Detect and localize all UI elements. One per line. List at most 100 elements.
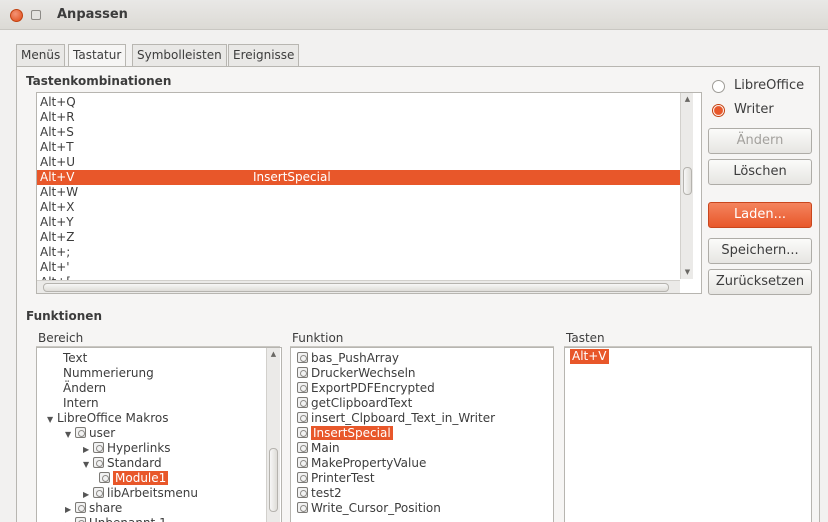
expanded-icon[interactable]: ▼ [83, 457, 93, 472]
category-header: Bereich [38, 331, 84, 345]
hscroll-thumb[interactable] [43, 283, 669, 292]
tree-item[interactable]: ▶ Unbenannt 1 [65, 516, 167, 522]
tab-menus[interactable]: Menüs [16, 44, 66, 66]
collapsed-icon[interactable]: ▶ [65, 502, 75, 517]
shortcut-row[interactable]: Alt+Y [37, 215, 685, 230]
tree-item-label: Ändern [63, 381, 107, 395]
tab-toolbars[interactable]: Symbolleisten [132, 44, 227, 66]
function-item[interactable]: Write_Cursor_Position [297, 501, 441, 516]
tree-item-label: share [89, 501, 123, 515]
shortcut-key: Alt+U [40, 155, 76, 169]
keys-list-item[interactable]: Alt+V [570, 349, 609, 364]
shortcut-key: Alt+R [40, 110, 75, 124]
title-bar: Anpassen [0, 0, 828, 30]
function-item-label: ExportPDFEncrypted [311, 381, 435, 395]
category-scroll-up-icon[interactable]: ▲ [269, 349, 278, 359]
reset-button[interactable]: Zurücksetzen [708, 269, 812, 295]
function-item[interactable]: PrinterTest [297, 471, 375, 486]
module-icon [93, 457, 104, 468]
radio-writer[interactable] [712, 104, 725, 117]
function-item-label: getClipboardText [311, 396, 413, 410]
function-item-label: DruckerWechseln [311, 366, 416, 380]
function-item-label: PrinterTest [311, 471, 375, 485]
scroll-down-icon[interactable]: ▼ [683, 267, 692, 277]
tree-item-label: user [89, 426, 116, 440]
category-tree[interactable]: Text Nummerierung Ändern Intern ▼ LibreOffice… [36, 347, 282, 522]
change-button[interactable]: Ändern [708, 128, 812, 154]
shortcut-key: Alt+V [40, 170, 75, 184]
module-icon [75, 517, 86, 522]
collapsed-icon[interactable]: ▶ [65, 517, 75, 522]
function-item[interactable]: MakePropertyValue [297, 456, 426, 471]
radio-libreoffice[interactable] [712, 80, 725, 93]
scroll-thumb[interactable] [683, 167, 692, 195]
function-item[interactable]: getClipboardText [297, 396, 412, 411]
tree-item[interactable]: Intern [63, 396, 99, 411]
function-list[interactable]: bas_PushArray DruckerWechseln ExportPDFEnc… [290, 347, 554, 522]
shortcut-row[interactable]: Alt+T [37, 140, 685, 155]
function-item[interactable]: DruckerWechseln [297, 366, 416, 381]
function-item[interactable]: ExportPDFEncrypted [297, 381, 435, 396]
tree-item[interactable]: ▼ user [65, 426, 115, 441]
tree-item[interactable]: Nummerierung [63, 366, 154, 381]
shortcut-row[interactable]: Alt+Z [37, 230, 685, 245]
shortcuts-title: Tastenkombinationen [26, 74, 172, 88]
shortcut-row[interactable]: Alt+W [37, 185, 685, 200]
function-item[interactable]: test2 [297, 486, 342, 501]
shortcut-list[interactable]: Alt+Q Alt+R Alt+S Alt+T Alt+U Alt+V InsertSpec… [36, 92, 702, 294]
shortcut-list-scrollbar[interactable]: ▲ ▼ [680, 93, 693, 279]
radio-libreoffice-label: LibreOffice [734, 78, 805, 93]
function-item[interactable]: InsertSpecial [297, 426, 393, 441]
tree-item-label: LibreOffice Makros [57, 411, 169, 425]
category-tree-scrollbar[interactable]: ▲ [266, 348, 280, 522]
tree-item[interactable]: Ändern [63, 381, 106, 396]
shortcut-row[interactable]: Alt+X [37, 200, 685, 215]
function-item[interactable]: insert_Clpboard_Text_in_Writer [297, 411, 495, 426]
scroll-up-icon[interactable]: ▲ [683, 94, 692, 104]
tab-keyboard[interactable]: Tastatur [68, 44, 127, 67]
function-item[interactable]: Main [297, 441, 340, 456]
shortcut-row[interactable]: Alt+; [37, 245, 685, 260]
shortcut-key: Alt+T [40, 140, 74, 154]
keys-list[interactable] [564, 347, 812, 522]
collapsed-icon[interactable]: ▶ [83, 442, 93, 457]
shortcut-row[interactable]: Alt+S [37, 125, 685, 140]
shortcut-row[interactable]: Alt+R [37, 110, 685, 125]
load-button[interactable]: Laden... [708, 202, 812, 228]
keys-header: Tasten [566, 331, 605, 345]
shortcut-key: Alt+X [40, 200, 75, 214]
module-icon [75, 427, 86, 438]
tree-item[interactable]: Text [63, 351, 87, 366]
tree-item[interactable]: ▶ libArbeitsmenu [83, 486, 198, 501]
close-icon[interactable] [10, 9, 23, 22]
shortcut-row[interactable]: Alt+Q [37, 95, 685, 110]
shortcut-key: Alt+' [40, 260, 70, 274]
tree-item[interactable]: Module1 [99, 471, 169, 486]
tree-item[interactable]: ▼ LibreOffice Makros [47, 411, 168, 426]
collapsed-icon[interactable]: ▶ [83, 487, 93, 502]
category-scroll-thumb[interactable] [269, 448, 278, 512]
tree-item-label: Standard [107, 456, 162, 470]
shortcut-row[interactable]: Alt+U [37, 155, 685, 170]
radio-writer-label: Writer [734, 102, 774, 117]
shortcut-row[interactable]: Alt+' [37, 260, 685, 275]
function-item-label: InsertSpecial [311, 426, 393, 440]
macro-icon [297, 367, 308, 378]
save-button[interactable]: Speichern... [708, 238, 812, 264]
function-item[interactable]: bas_PushArray [297, 351, 399, 366]
expanded-icon[interactable]: ▼ [65, 427, 75, 442]
tree-item[interactable]: ▶ Hyperlinks [83, 441, 171, 456]
shortcut-list-hscrollbar[interactable] [37, 280, 680, 293]
maximize-icon[interactable] [31, 10, 41, 20]
tab-events[interactable]: Ereignisse [228, 44, 300, 66]
shortcut-key: Alt+Q [40, 95, 76, 109]
shortcut-row[interactable]: Alt+V InsertSpecial [37, 170, 685, 185]
expanded-icon[interactable]: ▼ [47, 412, 57, 427]
macro-icon [297, 502, 308, 513]
function-item-label: insert_Clpboard_Text_in_Writer [311, 411, 496, 425]
tree-item[interactable]: ▼ Standard [83, 456, 162, 471]
tree-item[interactable]: ▶ share [65, 501, 122, 516]
delete-button[interactable]: Löschen [708, 159, 812, 185]
macro-icon [297, 427, 308, 438]
shortcut-key: Alt+Y [40, 215, 74, 229]
